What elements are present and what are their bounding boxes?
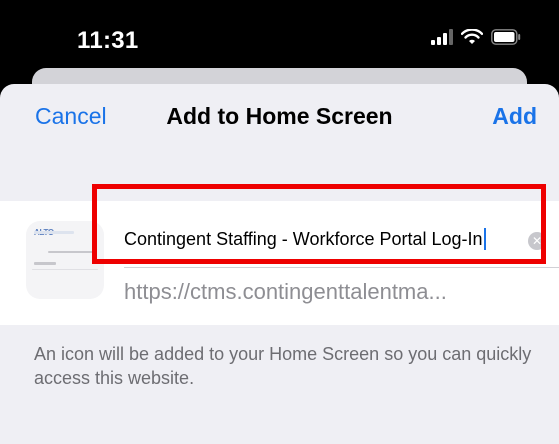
navigation-bar: Cancel Add to Home Screen Add — [0, 84, 559, 148]
status-time: 11:31 — [77, 27, 139, 54]
cellular-signal-icon — [431, 29, 453, 45]
wifi-icon — [461, 29, 483, 44]
field-divider — [124, 267, 559, 268]
add-button[interactable]: Add — [492, 103, 537, 130]
hint-text: An icon will be added to your Home Scree… — [34, 344, 532, 388]
status-bar: 11:31 — [0, 0, 559, 74]
sheet-title: Add to Home Screen — [166, 103, 393, 129]
battery-icon — [491, 29, 521, 45]
bookmark-url: https://ctms.contingenttalentma... — [124, 279, 447, 304]
status-icons — [431, 27, 521, 47]
highlight-annotation-box — [92, 184, 546, 264]
add-to-home-sheet: Cancel Add to Home Screen Add ALTO Conti… — [0, 84, 559, 444]
